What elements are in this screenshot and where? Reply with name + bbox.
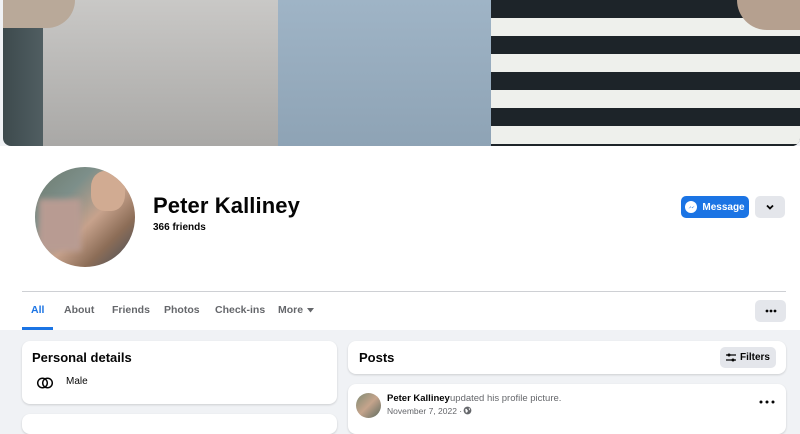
tab-more[interactable]: More bbox=[278, 304, 315, 316]
message-button[interactable]: Message bbox=[681, 196, 749, 218]
tab-friends[interactable]: Friends bbox=[112, 304, 150, 316]
tab-all[interactable]: All bbox=[31, 304, 44, 316]
message-label: Message bbox=[702, 201, 745, 213]
avatar-blurred-face bbox=[39, 199, 81, 251]
friends-count[interactable]: 366 friends bbox=[153, 222, 206, 233]
cover-photo[interactable] bbox=[3, 0, 800, 146]
posts-title: Posts bbox=[359, 350, 395, 365]
messenger-icon bbox=[685, 201, 698, 213]
post-author-avatar[interactable] bbox=[356, 393, 381, 418]
tab-about[interactable]: About bbox=[64, 304, 94, 316]
cover-figure-middle bbox=[278, 0, 498, 146]
filters-icon bbox=[725, 353, 736, 362]
avatar-face bbox=[91, 171, 125, 211]
profile-name: Peter Kalliney bbox=[153, 193, 300, 218]
tabs-more-options-button[interactable] bbox=[755, 300, 786, 322]
filters-label: Filters bbox=[739, 352, 770, 363]
caret-down-icon bbox=[307, 307, 315, 312]
secondary-info-card bbox=[22, 414, 337, 434]
tab-check-ins[interactable]: Check-ins bbox=[215, 304, 265, 316]
tab-more-label: More bbox=[278, 304, 304, 316]
post-author-name[interactable]: Peter Kalliney bbox=[387, 393, 450, 404]
personal-details-title: Personal details bbox=[32, 350, 132, 365]
cover-figure-left bbox=[43, 0, 283, 146]
post-action-text: updated his profile picture. bbox=[450, 393, 562, 404]
profile-avatar[interactable] bbox=[32, 164, 138, 270]
gender-icon bbox=[36, 377, 54, 389]
chevron-down-icon bbox=[766, 204, 774, 210]
ellipsis-icon bbox=[765, 309, 776, 313]
globe-icon bbox=[463, 406, 472, 415]
header-divider bbox=[22, 291, 786, 292]
gender-value: Male bbox=[66, 376, 88, 387]
filters-button[interactable]: Filters bbox=[720, 347, 776, 368]
profile-options-button[interactable] bbox=[755, 196, 785, 218]
tab-photos[interactable]: Photos bbox=[164, 304, 200, 316]
post-options-icon[interactable] bbox=[758, 397, 776, 407]
active-tab-indicator bbox=[22, 327, 53, 330]
post-date[interactable]: November 7, 2022 · bbox=[387, 406, 462, 416]
